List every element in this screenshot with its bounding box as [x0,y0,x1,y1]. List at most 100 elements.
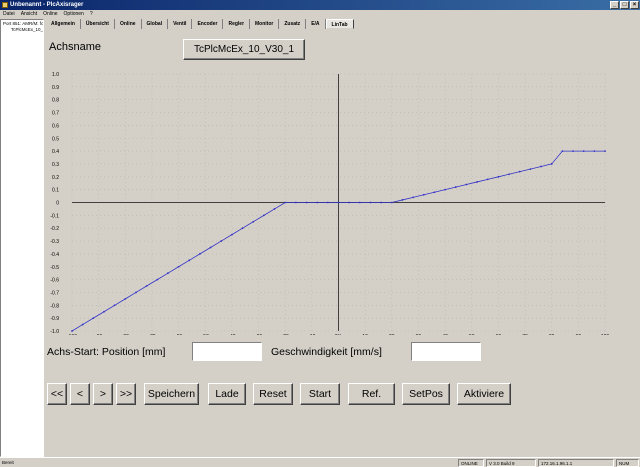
tab-ea[interactable]: E/A [306,19,326,29]
data-point [294,201,297,204]
data-point [316,201,319,204]
data-point [71,330,73,332]
app-icon [2,2,8,8]
y-tick-label: 0.2 [52,175,59,181]
tab-uebersicht[interactable]: Übersicht [81,19,115,29]
setpos-button[interactable]: SetPos [402,383,450,405]
y-tick-label: 0.6 [52,123,59,129]
y-tick-label: 0.5 [52,136,59,142]
y-tick-label: -0.8 [50,303,59,309]
data-point [81,323,84,326]
save-button[interactable]: Speichern [144,383,199,405]
data-point [540,165,542,168]
x-tick-label: 70 [522,334,528,335]
menu-datei[interactable]: Datei [0,10,18,18]
tab-ventil[interactable]: Ventil [168,19,193,29]
axis-start-position-label: Achs-Start: Position [mm] [47,346,166,358]
close-button[interactable]: × [630,1,639,9]
x-tick-label: -80 [122,334,129,335]
app-window: Unbenannt - PlcAxisrager _ □ × Datei Ans… [0,0,640,467]
data-point [252,220,255,223]
y-tick-label: -0.7 [50,290,59,296]
tab-zusatz[interactable]: Zusatz [279,19,307,29]
data-point [497,175,500,178]
menu-optionen[interactable]: Optionen [61,10,87,18]
data-point [518,170,521,173]
data-point [358,201,361,204]
x-tick-label: -70 [148,334,155,335]
y-tick-label: 0.9 [52,85,59,91]
data-point [476,181,478,183]
axis-name-button[interactable]: TcPlcMcEx_10_V30_1 [183,39,305,60]
tab-allgemein[interactable]: Allgemein [46,19,81,29]
maximize-button[interactable]: □ [620,1,629,9]
tab-lintab[interactable]: LinTab [325,19,354,29]
y-tick-label: -0.6 [50,278,59,284]
first-button[interactable]: << [47,383,67,405]
y-tick-label: -0.5 [50,265,59,271]
reset-button[interactable]: Reset [253,383,293,405]
tree-item-axis[interactable]: TcPlcMcEx_10_V [3,27,43,33]
data-point [103,310,105,313]
data-point [337,201,340,204]
data-point [422,193,425,196]
data-point [145,285,148,287]
data-point [167,272,169,275]
load-button[interactable]: Lade [208,383,246,405]
window-title: Unbenannt - PlcAxisrager [10,2,84,8]
data-point [550,163,553,165]
data-point [369,201,372,204]
data-point [124,297,127,300]
x-tick-label: 30 [416,334,422,335]
data-point [326,201,329,204]
data-point [444,188,446,191]
data-point [273,208,276,210]
tab-online[interactable]: Online [115,19,142,29]
y-tick-label: -0.4 [50,252,59,258]
speed-input[interactable] [411,342,481,361]
data-point [231,233,233,236]
data-point [241,227,244,230]
menu-online[interactable]: Online [40,10,60,18]
menu-ansicht[interactable]: Ansicht [18,10,40,18]
ref-button[interactable]: Ref. [348,383,395,405]
data-point [92,317,95,320]
data-point [209,246,212,249]
tab-global[interactable]: Global [142,19,169,29]
data-point [572,150,574,152]
activate-button[interactable]: Aktiviere [457,383,511,405]
axis-name-label: Achsname [49,41,101,53]
last-button[interactable]: >> [116,383,136,405]
next-button[interactable]: > [93,383,113,405]
previous-button[interactable]: < [70,383,90,405]
x-tick-label: 10 [362,334,368,335]
tab-monitor[interactable]: Monitor [250,19,280,29]
data-point [348,201,351,204]
speed-label: Geschwindigkeit [mm/s] [271,346,382,358]
x-tick-label: 40 [442,334,448,335]
start-button[interactable]: Start [300,383,340,405]
data-point [284,201,287,204]
tab-regler[interactable]: Regler [223,19,251,29]
data-point [380,201,383,204]
project-tree[interactable]: Port 851: AMR/M: fc TcPlcMcEx_10_V [0,19,44,457]
data-point [390,201,393,204]
data-point [199,253,201,255]
x-tick-label: 20 [389,334,395,335]
data-point [486,178,489,181]
data-point [412,196,415,199]
data-point [508,173,510,176]
position-input[interactable] [192,342,262,361]
x-tick-label: 100 [601,334,610,335]
x-tick-label: -10 [308,334,315,335]
menu-help[interactable]: ? [87,10,96,18]
y-tick-label: -0.9 [50,316,59,322]
minimize-button[interactable]: _ [610,1,619,9]
data-point [113,304,116,307]
status-ready: Bereit [2,460,14,465]
y-tick-label: 0.4 [52,149,59,155]
x-tick-label: -20 [282,334,289,335]
menu-bar: Datei Ansicht Online Optionen ? [0,10,640,18]
tab-encoder[interactable]: Encoder [192,19,224,29]
y-tick-label: -1.0 [50,329,59,335]
